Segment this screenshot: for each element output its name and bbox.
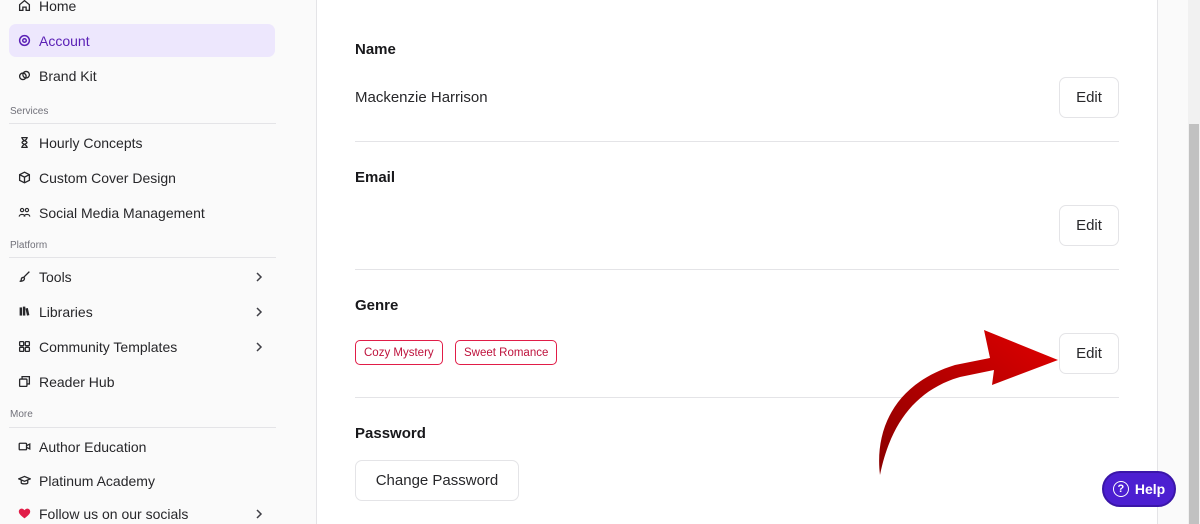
sidebar-item-label: Hourly Concepts [39,134,143,151]
heart-icon [18,507,31,520]
help-icon: ? [1112,481,1129,497]
grid-icon [18,340,31,353]
video-icon [18,440,31,453]
sidebar-item-label: Custom Cover Design [39,169,176,186]
email-label: Email [355,169,396,186]
password-label: Password [355,425,426,442]
genre-tag: Sweet Romance [455,340,558,365]
chevron-right-icon [253,270,265,282]
sidebar-item-hourly-concepts[interactable]: Hourly Concepts [9,126,275,159]
section-divider [9,257,276,258]
name-label: Name [355,41,396,58]
section-label-more: More [10,409,33,420]
sidebar-item-community-templates[interactable]: Community Templates [9,330,275,363]
sidebar-item-label: Account [39,32,90,49]
reader-hub-icon [18,375,31,388]
chevron-right-icon [253,507,265,519]
sidebar-item-brand-kit[interactable]: Brand Kit [9,59,275,92]
sidebar-item-social-media-management[interactable]: Social Media Management [9,196,275,229]
sidebar-item-label: Tools [39,268,72,285]
home-icon [18,0,31,12]
edit-name-button[interactable]: Edit [1059,77,1119,118]
sidebar-item-label: Home [39,0,77,14]
section-label-services: Services [10,106,49,117]
edit-email-button[interactable]: Edit [1059,205,1119,246]
section-label-platform: Platform [10,240,48,251]
section-divider [9,123,276,124]
sidebar-item-label: Follow us on our socials [39,505,189,522]
divider [355,141,1119,142]
sidebar-item-label: Brand Kit [39,67,97,84]
sidebar-item-label: Reader Hub [39,373,115,390]
divider [355,269,1119,270]
sidebar-item-label: Libraries [39,303,93,320]
help-label: Help [1134,481,1166,497]
annotation-arrow [879,330,1058,475]
section-divider [9,427,276,428]
hourglass-icon [18,136,31,149]
chevron-right-icon [253,340,265,352]
brush-icon [18,270,31,283]
sidebar-item-author-education[interactable]: Author Education [9,430,275,463]
genre-tag: Cozy Mystery [355,340,443,365]
sidebar-item-label: Community Templates [39,338,178,355]
help-button[interactable]: ? Help [1102,471,1176,507]
sidebar-item-follow-socials[interactable]: Follow us on our socials [9,497,275,524]
sidebar-item-label: Platinum Academy [39,472,155,489]
sidebar-item-platinum-academy[interactable]: Platinum Academy [9,464,275,497]
brand-kit-icon [18,69,31,82]
sidebar-item-reader-hub[interactable]: Reader Hub [9,365,275,398]
sidebar-item-home[interactable]: Home [9,0,275,22]
sidebar-item-label: Social Media Management [39,204,205,221]
sidebar-item-custom-cover-design[interactable]: Custom Cover Design [9,161,275,194]
box-icon [18,171,31,184]
account-icon [18,34,31,47]
sidebar-item-libraries[interactable]: Libraries [9,295,275,328]
genre-label: Genre [355,297,399,314]
graduation-cap-icon [18,474,31,487]
scrollbar-thumb[interactable] [1189,124,1199,524]
sidebar: Home Account Brand Kit Services Hourly C… [0,0,286,524]
chevron-right-icon [253,305,265,317]
sidebar-item-account[interactable]: Account [9,24,275,57]
sidebar-item-tools[interactable]: Tools [9,260,275,293]
change-password-button[interactable]: Change Password [355,460,519,501]
name-value: Mackenzie Harrison [355,89,488,106]
people-icon [18,206,31,219]
library-icon [18,305,31,318]
sidebar-item-label: Author Education [39,438,147,455]
